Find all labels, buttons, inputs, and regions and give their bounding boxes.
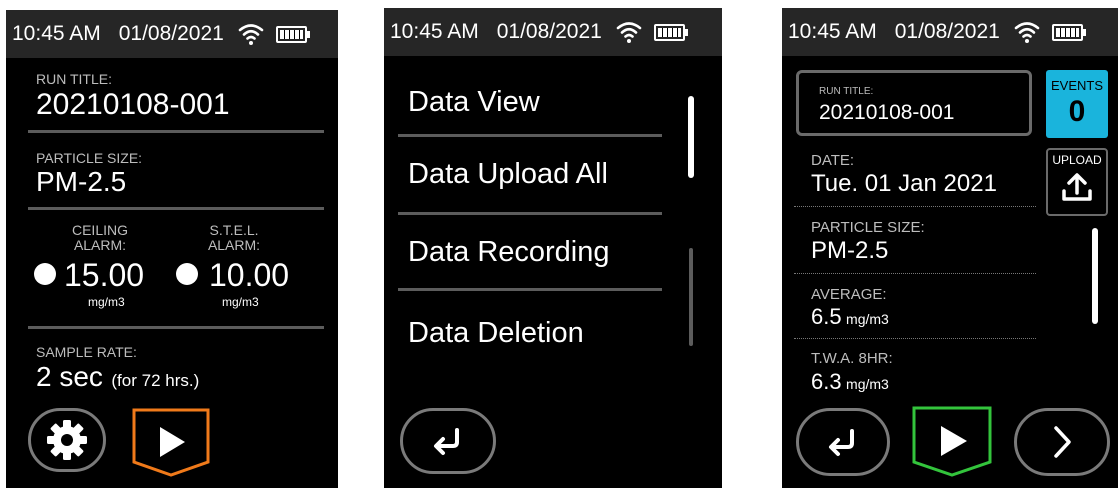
back-button[interactable] — [400, 408, 496, 474]
status-date: 01/08/2021 — [496, 20, 602, 43]
menu-item-data-deletion[interactable]: Data Deletion — [408, 317, 584, 350]
events-badge[interactable]: EVENTS 0 — [1046, 70, 1108, 138]
average-unit: mg/m3 — [846, 311, 889, 327]
particle-size-label: PARTICLE SIZE: — [36, 150, 143, 166]
menu-item-data-view[interactable]: Data View — [408, 86, 540, 119]
stel-alarm-unit: mg/m3 — [222, 295, 259, 309]
ceiling-alarm-unit: mg/m3 — [88, 295, 125, 309]
status-bar: 10:45 AM 01/08/2021 — [384, 8, 722, 56]
divider — [28, 326, 324, 329]
chevron-right-icon — [1054, 426, 1071, 458]
divider — [28, 130, 324, 133]
menu-scrollbar[interactable] — [688, 96, 694, 178]
stel-alarm-label: S.T.E.L. ALARM: — [207, 222, 261, 253]
screen-run-setup: 10:45 AM 01/08/2021 RUN TITLE: 20210108-… — [6, 10, 338, 488]
average-label: AVERAGE: — [811, 286, 887, 303]
divider — [28, 207, 324, 210]
status-time: 10:45 AM — [390, 20, 479, 43]
wifi-icon — [616, 22, 642, 43]
particle-size-value[interactable]: PM-2.5 — [36, 166, 126, 198]
wifi-icon — [1014, 22, 1040, 43]
screen-data-menu: 10:45 AM 01/08/2021 Data View Data Uploa… — [384, 8, 722, 488]
ceiling-alarm-indicator — [34, 263, 56, 285]
sample-rate-duration: (for 72 hrs.) — [111, 371, 200, 390]
run-title-label: RUN TITLE: — [819, 86, 874, 97]
battery-icon — [1051, 23, 1086, 41]
run-title-box[interactable]: RUN TITLE: 20210108-001 — [796, 70, 1032, 136]
run-title-value[interactable]: 20210108-001 — [36, 88, 230, 122]
gear-icon — [47, 420, 87, 460]
upload-label: UPLOAD — [1052, 153, 1102, 167]
date-label: DATE: — [811, 152, 855, 169]
divider — [398, 288, 662, 291]
divider — [794, 338, 1036, 339]
events-label: EVENTS — [1050, 78, 1103, 93]
twa-unit: mg/m3 — [846, 376, 889, 392]
divider — [794, 273, 1036, 274]
divider — [794, 206, 1036, 207]
twa-label: T.W.A. 8HR: — [811, 350, 893, 367]
stel-alarm-value[interactable]: 10.00 — [209, 257, 289, 294]
particle-size-value: PM-2.5 — [811, 237, 889, 264]
back-button[interactable] — [796, 408, 890, 476]
run-title-label: RUN TITLE: — [36, 71, 112, 87]
wifi-icon — [238, 24, 264, 45]
status-time: 10:45 AM — [788, 20, 877, 43]
divider — [398, 134, 662, 137]
run-title-value: 20210108-001 — [819, 101, 955, 124]
menu-item-data-recording[interactable]: Data Recording — [408, 236, 610, 269]
status-time: 10:45 AM — [12, 22, 101, 45]
summary-scrollbar[interactable] — [1092, 228, 1098, 324]
status-bar: 10:45 AM 01/08/2021 — [6, 10, 338, 58]
battery-icon — [275, 25, 310, 43]
upload-button[interactable]: UPLOAD — [1046, 148, 1108, 216]
battery-icon — [653, 23, 688, 41]
ceiling-alarm-label: CEILING ALARM: — [71, 222, 128, 253]
divider — [398, 212, 662, 215]
return-arrow-icon — [434, 428, 459, 455]
start-run-button[interactable] — [130, 406, 212, 478]
status-date: 01/08/2021 — [118, 22, 224, 45]
stel-alarm-indicator — [176, 263, 198, 285]
next-button[interactable] — [1014, 408, 1110, 476]
twa-value: 6.3 mg/m3 — [811, 369, 889, 394]
sample-rate-value[interactable]: 2 sec (for 72 hrs.) — [36, 361, 199, 393]
return-arrow-icon — [829, 429, 854, 456]
average-value: 6.5 mg/m3 — [811, 304, 889, 329]
settings-button[interactable] — [28, 408, 106, 472]
sample-rate-label: SAMPLE RATE: — [36, 344, 137, 360]
particle-size-label: PARTICLE SIZE: — [811, 219, 925, 236]
start-run-button[interactable] — [910, 404, 994, 478]
status-date: 01/08/2021 — [894, 20, 1000, 43]
upload-icon — [1062, 173, 1092, 201]
ceiling-alarm-value[interactable]: 15.00 — [64, 257, 144, 294]
events-count: 0 — [1068, 95, 1086, 128]
status-bar: 10:45 AM 01/08/2021 — [782, 8, 1118, 56]
menu-scrollbar-track-end — [689, 248, 693, 346]
screen-run-summary: 10:45 AM 01/08/2021 RUN TITLE: 20210108-… — [782, 8, 1118, 488]
menu-item-data-upload-all[interactable]: Data Upload All — [408, 158, 608, 191]
date-value: Tue. 01 Jan 2021 — [811, 170, 997, 197]
